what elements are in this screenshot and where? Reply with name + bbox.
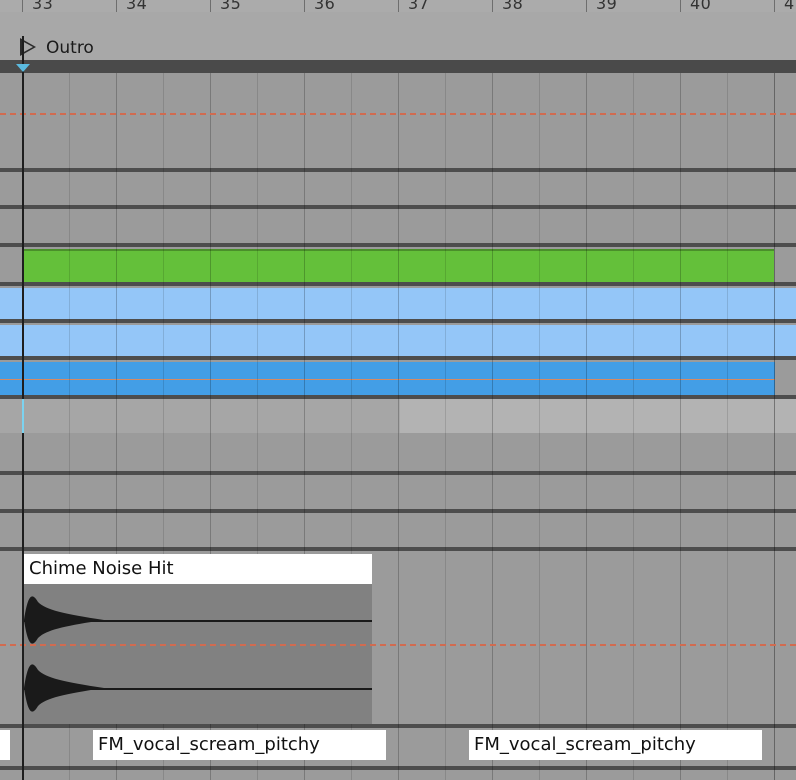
- ruler-tick: [304, 0, 305, 12]
- waveform: [24, 596, 104, 712]
- playhead-highlight: [22, 399, 24, 433]
- grid-line: [586, 73, 587, 780]
- grid-line: [492, 73, 493, 780]
- ruler-tick: [774, 0, 775, 12]
- clip-header-fm[interactable]: FM_vocal_scream_pitchy: [469, 730, 762, 760]
- grid-line: [398, 73, 399, 780]
- clip-header-chime[interactable]: Chime Noise Hit: [24, 554, 372, 584]
- grid-line: [680, 73, 681, 780]
- grid-line: [633, 73, 634, 780]
- timeline-ruler[interactable]: 33 34 35 36 37 38 39 40 4: [0, 0, 796, 13]
- grid-line: [539, 73, 540, 780]
- ruler-tick: [492, 0, 493, 12]
- clip-header-fm[interactable]: FM_vocal_scream_pitchy: [93, 730, 386, 760]
- midi-clip-green[interactable]: [24, 249, 774, 282]
- ruler-tick: [586, 0, 587, 12]
- locator-lane[interactable]: [0, 12, 796, 60]
- automation-line: [0, 113, 796, 115]
- locator-label[interactable]: Outro: [46, 38, 94, 58]
- ruler-tick: [680, 0, 681, 12]
- audio-clip-body[interactable]: [24, 584, 372, 724]
- waveform-baseline: [24, 688, 372, 690]
- ruler-tick: [398, 0, 399, 12]
- track-lane-region: [0, 399, 400, 433]
- clip-header[interactable]: [0, 730, 10, 760]
- grid-line: [774, 73, 775, 780]
- grid-line: [445, 73, 446, 780]
- ruler-tick: [210, 0, 211, 12]
- automation-line: [0, 644, 796, 646]
- waveform-baseline: [24, 620, 372, 622]
- arrangement-loop-bar[interactable]: [0, 60, 796, 73]
- grid-line: [727, 73, 728, 780]
- ruler-tick: [116, 0, 117, 12]
- ruler-tick: [22, 0, 23, 12]
- playhead-marker-icon[interactable]: [16, 64, 30, 72]
